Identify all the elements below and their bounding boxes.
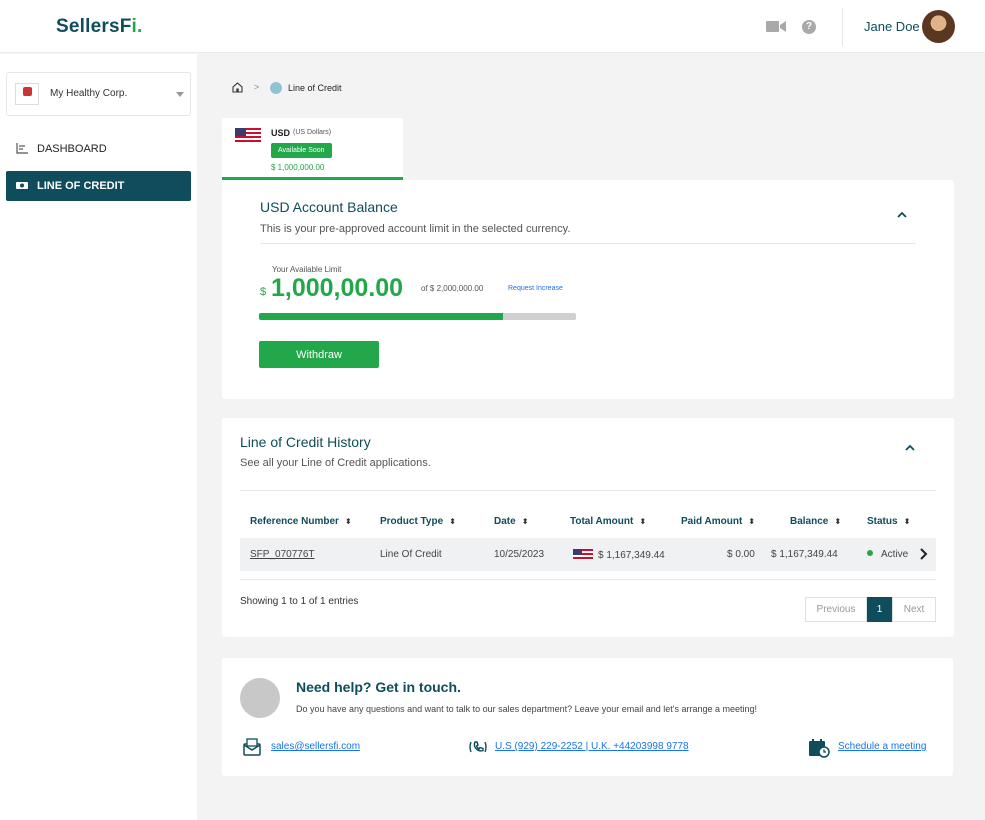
support-avatar <box>240 678 280 718</box>
credit-history-card: Line of Credit History See all your Line… <box>222 418 954 637</box>
sidebar-item-label: LINE OF CREDIT <box>37 180 125 192</box>
balance-amount: $ 1,167,349.44 <box>771 549 838 560</box>
total-limit: of $ 2,000,000.00 <box>421 284 484 293</box>
header-divider <box>842 8 843 46</box>
phone-ringing-icon <box>469 741 487 753</box>
sidebar-item-line-of-credit[interactable]: LINE OF CREDIT <box>6 171 191 201</box>
sidebar: My Healthy Corp. DASHBOARD LINE OF CREDI… <box>0 54 197 820</box>
schedule-meeting-link[interactable]: Schedule a meeting <box>838 741 926 752</box>
help-icon[interactable]: ? <box>802 20 816 34</box>
pagination-next[interactable]: Next <box>892 597 936 622</box>
sort-icon: ⬍ <box>344 517 352 526</box>
table-row[interactable]: SFP_070776T Line Of Credit 10/25/2023 $ … <box>240 538 936 571</box>
sidebar-item-label: DASHBOARD <box>37 143 107 155</box>
progress-fill <box>259 313 504 320</box>
sidebar-item-dashboard[interactable]: DASHBOARD <box>6 134 191 164</box>
sort-icon: ⬍ <box>449 517 456 526</box>
available-limit-label: Your Available Limit <box>272 265 342 274</box>
calendar-clock-icon <box>809 739 830 758</box>
company-selector[interactable]: My Healthy Corp. <box>6 72 191 116</box>
top-header: SellersFi. ? Jane Doe <box>0 0 985 53</box>
help-subtitle: Do you have any questions and want to ta… <box>296 704 757 714</box>
column-header-product[interactable]: Product Type ⬍ <box>380 516 456 527</box>
column-header-date[interactable]: Date ⬍ <box>494 516 528 527</box>
us-flag-icon <box>573 549 593 560</box>
request-increase-link[interactable]: Request Increase <box>508 285 563 292</box>
column-header-reference[interactable]: Reference Number ⬍ <box>250 516 352 527</box>
breadcrumb-separator: > <box>254 82 260 92</box>
help-title: Need help? Get in touch. <box>296 679 461 695</box>
status: Active <box>867 549 908 560</box>
history-subtitle: See all your Line of Credit applications… <box>240 457 431 469</box>
sort-icon: ⬍ <box>903 517 911 526</box>
currency-symbol: $ <box>260 286 267 298</box>
contact-card: Need help? Get in touch. Do you have any… <box>222 658 953 776</box>
currency-name: (US Dollars) <box>293 129 332 136</box>
user-avatar[interactable] <box>922 10 955 43</box>
pagination-page-1[interactable]: 1 <box>867 597 892 622</box>
withdraw-button[interactable]: Withdraw <box>259 341 379 368</box>
paid-amount: $ 0.00 <box>727 549 755 560</box>
column-header-balance[interactable]: Balance ⬍ <box>790 516 841 527</box>
chevron-up-icon[interactable] <box>897 210 907 220</box>
date: 10/25/2023 <box>494 549 545 560</box>
chevron-right-icon[interactable] <box>918 547 928 561</box>
email-link[interactable]: sales@sellersfi.com <box>271 741 360 752</box>
pagination-previous[interactable]: Previous <box>805 597 867 622</box>
divider <box>260 243 916 244</box>
total-amount: $ 1,167,349.44 <box>573 549 665 561</box>
column-header-total[interactable]: Total Amount ⬍ <box>570 516 646 527</box>
home-icon[interactable] <box>232 82 243 93</box>
product-type: Line Of Credit <box>380 549 442 560</box>
company-name: My Healthy Corp. <box>50 88 128 99</box>
sort-icon: ⬍ <box>748 517 755 526</box>
column-header-paid[interactable]: Paid Amount ⬍ <box>681 516 755 527</box>
reference-link[interactable]: SFP_070776T <box>250 549 315 560</box>
chevron-down-icon <box>176 92 184 97</box>
account-balance-card: USD Account Balance This is your pre-app… <box>222 180 954 399</box>
currency-amount: $ 1,000,000.00 <box>271 163 325 172</box>
user-name[interactable]: Jane Doe <box>864 19 920 34</box>
mail-icon <box>243 738 261 756</box>
sort-icon: ⬍ <box>521 517 529 526</box>
sort-icon: ⬍ <box>834 517 842 526</box>
divider <box>240 579 936 580</box>
cash-icon <box>270 82 282 94</box>
currency-code: USD <box>271 128 291 138</box>
cash-icon <box>16 182 28 189</box>
breadcrumb-current: Line of Credit <box>288 83 342 93</box>
history-title: Line of Credit History <box>240 434 371 450</box>
status-dot-icon <box>867 550 873 556</box>
balance-title: USD Account Balance <box>260 199 398 215</box>
column-header-status[interactable]: Status ⬍ <box>867 516 910 527</box>
divider <box>240 490 936 491</box>
sort-icon: ⬍ <box>639 517 647 526</box>
us-flag-icon <box>235 128 261 142</box>
available-limit-amount: 1,000,00.00 <box>271 274 404 302</box>
dashboard-icon <box>16 143 28 154</box>
video-camera-icon[interactable] <box>766 20 786 33</box>
company-logo <box>15 83 39 105</box>
phone-link[interactable]: U.S (929) 229-2252 | U.K. +44203998 9778 <box>495 741 689 752</box>
currency-tab-usd[interactable]: USD (US Dollars) Available Soon $ 1,000,… <box>222 118 403 180</box>
balance-subtitle: This is your pre-approved account limit … <box>260 223 571 235</box>
status-badge: Available Soon <box>271 143 332 158</box>
entries-summary: Showing 1 to 1 of 1 entries <box>240 596 359 607</box>
limit-progress-bar <box>259 313 576 320</box>
chevron-up-icon[interactable] <box>905 443 915 453</box>
sellersfi-logo[interactable]: SellersFi. <box>56 16 143 38</box>
